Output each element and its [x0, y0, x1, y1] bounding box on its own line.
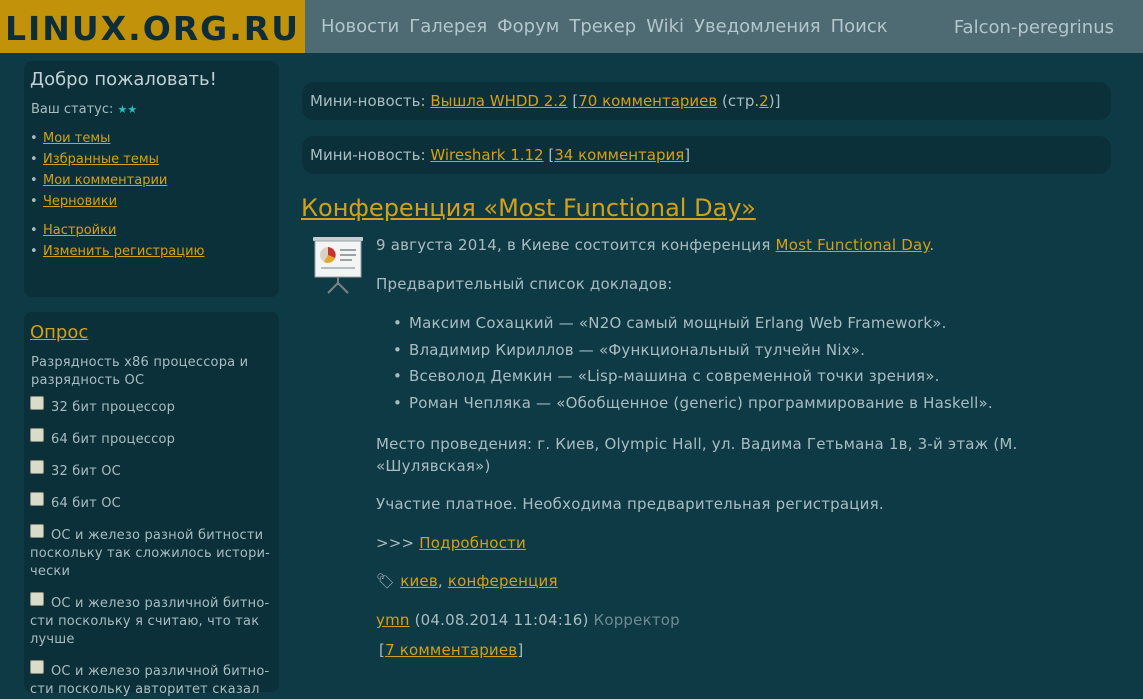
presentation-icon	[313, 237, 363, 294]
nav-tracker[interactable]: Трекер	[569, 16, 636, 37]
details-link[interactable]: Подробности	[419, 534, 526, 552]
poll-option: ОС и железо различной битно-сти поскольк…	[30, 660, 273, 699]
drafts-link[interactable]: Черновики	[43, 194, 117, 209]
author-line: ymn (04.08.2014 11:04:16) Корректор	[376, 609, 1076, 631]
article-body: 9 августа 2014, в Киеве состоится конфер…	[376, 234, 1076, 661]
nav-notifications[interactable]: Уведомления	[694, 16, 821, 37]
mini-news-title-link[interactable]: Wireshark 1.12	[430, 146, 543, 164]
poll-checkbox[interactable]	[30, 396, 44, 410]
bracket: ]	[774, 92, 781, 110]
reports-heading: Предварительный список докладов:	[376, 275, 673, 293]
poll-option-label: ОС и железо различной битно-сти поскольк…	[30, 664, 270, 697]
poll-title[interactable]: Опрос	[30, 322, 88, 343]
nav-gallery[interactable]: Галерея	[409, 16, 487, 37]
edit-registration-link[interactable]: Изменить регистрацию	[43, 244, 204, 259]
user-links: Мои темы Избранные темы Мои комментарии …	[30, 131, 273, 209]
top-nav: Новости Галерея Форум Трекер Wiki Уведом…	[321, 0, 898, 53]
bracket: ]	[684, 146, 691, 164]
comments-line: [7 комментариев]	[376, 639, 1076, 661]
list-item: Изменить регистрацию	[30, 244, 273, 259]
list-item: Роман Чепляка — «Обобщенное (generic) пр…	[376, 390, 1076, 417]
mini-news-prefix: Мини-новость:	[310, 92, 426, 110]
welcome-title: Добро пожаловать!	[30, 69, 217, 90]
conference-link[interactable]: Most Functional Day	[776, 236, 930, 254]
mini-news-title-link[interactable]: Вышла WHDD 2.2	[430, 92, 567, 110]
pages-label: (стр.	[722, 92, 760, 110]
list-item: Мои темы	[30, 131, 273, 146]
article-title-link[interactable]: Конференция «Most Functional Day»	[301, 194, 756, 222]
list-item: Избранные темы	[30, 152, 273, 167]
nav-wiki[interactable]: Wiki	[646, 16, 684, 37]
venue-text: Место проведения: г. Киев, Olympic Hall,…	[376, 435, 1018, 475]
poll-option: 32 бит процессор	[30, 396, 273, 417]
mini-news-item: Мини-новость: Вышла WHDD 2.2 [70 коммент…	[302, 82, 1111, 120]
mini-news-item: Мини-новость: Wireshark 1.12 [34 коммент…	[302, 136, 1111, 174]
tags-line: 🏷 киев, конференция	[376, 572, 558, 590]
bracket: ]	[517, 641, 524, 659]
favorite-topics-link[interactable]: Избранные темы	[43, 152, 159, 167]
poll-option-label: 64 бит ОС	[51, 496, 121, 511]
more-prefix: >>>	[376, 534, 415, 552]
list-item: Максим Сохацкий — «N2O самый мощный Erla…	[376, 310, 1076, 337]
list-item: Владимир Кириллов — «Функциональный тулч…	[376, 337, 1076, 364]
status-label: Ваш статус:	[31, 102, 114, 117]
mini-news-comments-link[interactable]: 34 комментария	[554, 146, 684, 164]
poll-option: ОС и железо разной битности поскольку та…	[30, 524, 273, 581]
list-item: Мои комментарии	[30, 173, 273, 188]
article-intro: 9 августа 2014, в Киеве состоится конфер…	[376, 234, 1076, 256]
my-topics-link[interactable]: Мои темы	[43, 131, 110, 146]
welcome-box: Добро пожаловать! Ваш статус: ★★ Мои тем…	[24, 61, 279, 297]
post-date: (04.08.2014 11:04:16)	[414, 611, 589, 629]
my-comments-link[interactable]: Мои комментарии	[43, 173, 167, 188]
poll-box: Опрос Разрядность x86 процессора и разря…	[24, 312, 279, 697]
author-role: Корректор	[593, 611, 680, 629]
poll-option: ОС и железо различной битно-сти поскольк…	[30, 592, 273, 649]
tag-link[interactable]: киев	[400, 572, 438, 590]
mini-news-prefix: Мини-новость:	[310, 146, 426, 164]
poll-option: 64 бит ОС	[30, 492, 273, 513]
reports-list: Максим Сохацкий — «N2O самый мощный Erla…	[376, 310, 1076, 416]
tag-icon: 🏷	[376, 572, 396, 590]
poll-option: 64 бит процессор	[30, 428, 273, 449]
page-link[interactable]: 2	[759, 92, 769, 110]
intro-end: .	[929, 236, 935, 254]
tag-link[interactable]: конференция	[448, 572, 558, 590]
poll-checkbox[interactable]	[30, 592, 44, 606]
settings-links: Настройки Изменить регистрацию	[30, 223, 273, 259]
list-item: Черновики	[30, 194, 273, 209]
poll-checkbox[interactable]	[30, 524, 44, 538]
list-item: Всеволод Демкин — «Lisp-машина с совреме…	[376, 363, 1076, 390]
settings-link[interactable]: Настройки	[43, 223, 116, 238]
poll-option-label: 32 бит ОС	[51, 464, 121, 479]
user-status: Ваш статус: ★★	[31, 102, 273, 117]
list-item: Настройки	[30, 223, 273, 238]
poll-option: 32 бит ОС	[30, 460, 273, 481]
poll-checkbox[interactable]	[30, 660, 44, 674]
nav-forum[interactable]: Форум	[497, 16, 559, 37]
author-link[interactable]: ymn	[376, 611, 410, 629]
user-profile-link[interactable]: Falcon-peregrinus	[954, 0, 1114, 56]
more-line: >>> Подробности	[376, 532, 1076, 554]
payment-text: Участие платное. Необходима предваритель…	[376, 495, 884, 513]
poll-option-label: 32 бит процессор	[51, 400, 176, 415]
mini-news-comments-link[interactable]: 70 комментариев	[578, 92, 717, 110]
status-stars-icon: ★★	[117, 103, 138, 116]
nav-search[interactable]: Поиск	[831, 16, 888, 37]
header: LINUX.ORG.RU Новости Галерея Форум Треке…	[0, 0, 1143, 53]
poll-question: Разрядность x86 процессора и разрядность…	[31, 355, 249, 388]
site-logo[interactable]: LINUX.ORG.RU	[0, 0, 305, 53]
poll-option-label: 64 бит процессор	[51, 432, 176, 447]
poll-checkbox[interactable]	[30, 428, 44, 442]
poll-option-label: ОС и железо разной битности поскольку та…	[30, 528, 271, 579]
comments-link[interactable]: 7 комментариев	[385, 641, 517, 659]
poll-checkbox[interactable]	[30, 492, 44, 506]
intro-text: 9 августа 2014, в Киеве состоится конфер…	[376, 236, 776, 254]
poll-option-label: ОС и железо различной битно-сти поскольк…	[30, 596, 270, 647]
nav-news[interactable]: Новости	[321, 16, 399, 37]
poll-checkbox[interactable]	[30, 460, 44, 474]
